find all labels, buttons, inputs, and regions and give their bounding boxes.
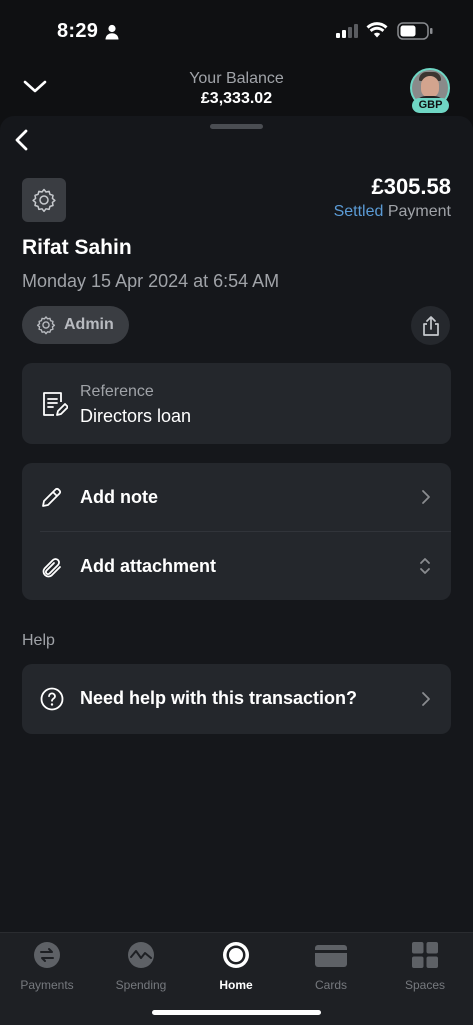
chevron-right-icon <box>422 490 430 504</box>
home-icon <box>223 942 249 968</box>
transaction-type: Payment <box>387 203 451 220</box>
sheet-grabber[interactable] <box>210 124 263 129</box>
payments-icon <box>34 942 60 968</box>
tab-label: Cards <box>314 978 347 992</box>
add-note-label: Add note <box>80 487 158 507</box>
add-attachment-label: Add attachment <box>80 556 217 576</box>
need-help-row[interactable]: Need help with this transaction? <box>22 664 451 734</box>
gear-icon <box>36 316 56 335</box>
transaction-amount: £305.58 <box>371 174 451 199</box>
tab-home[interactable]: Home <box>189 941 283 992</box>
category-tag[interactable]: Admin <box>22 306 129 344</box>
settled-label: Settled <box>333 203 384 220</box>
paperclip-icon <box>42 558 61 578</box>
cards-icon <box>315 945 347 967</box>
tab-label: Spending <box>115 978 167 992</box>
actions-card: Add note Add attachment <box>22 463 451 600</box>
category-icon <box>22 178 66 222</box>
status-bar: 8:29 <box>0 0 473 64</box>
gear-icon <box>32 188 56 213</box>
balance-value: £3,333.02 <box>200 90 273 107</box>
add-note-row[interactable]: Add note <box>22 463 451 531</box>
share-button[interactable] <box>411 306 450 345</box>
share-icon <box>422 315 439 336</box>
merchant-name: Rifat Sahin <box>22 236 132 259</box>
question-circle-icon <box>40 687 64 711</box>
currency-badge: GBP <box>412 98 449 113</box>
tab-payments[interactable]: Payments <box>0 941 94 992</box>
tab-spending[interactable]: Spending <box>94 941 188 992</box>
status-time: 8:29 <box>57 20 99 42</box>
chevron-up-down-icon <box>420 558 430 574</box>
tab-label: Payments <box>20 978 74 992</box>
back-arrow-icon[interactable] <box>12 128 32 152</box>
spaces-icon <box>412 942 438 968</box>
spending-icon <box>128 942 154 968</box>
balance-label: Your Balance <box>189 70 284 87</box>
document-edit-icon <box>43 392 68 416</box>
cellular-signal-icon <box>336 24 358 38</box>
tab-label: Spaces <box>404 978 446 992</box>
battery-icon <box>397 22 433 40</box>
transaction-sheet: £305.58 Settled Payment Rifat Sahin Mond… <box>0 116 473 932</box>
reference-value: Directors loan <box>80 406 192 426</box>
transaction-status: Settled Payment <box>334 203 451 221</box>
transaction-date: Monday 15 Apr 2024 at 6:54 AM <box>22 271 280 291</box>
person-icon <box>105 24 119 40</box>
category-label: Admin <box>64 316 114 333</box>
tab-label: Home <box>219 978 253 992</box>
help-heading: Help <box>22 632 55 649</box>
help-card[interactable]: Need help with this transaction? <box>22 664 451 734</box>
reference-card: Reference Directors loan <box>22 363 451 444</box>
chevron-right-icon <box>422 692 430 706</box>
balance-header: Your Balance £3,333.02 <box>0 64 473 118</box>
tab-cards[interactable]: Cards <box>284 941 378 992</box>
add-attachment-row[interactable]: Add attachment <box>22 532 451 600</box>
wifi-icon <box>366 22 388 38</box>
reference-label: Reference <box>80 383 154 400</box>
need-help-label: Need help with this transaction? <box>80 688 358 708</box>
home-indicator[interactable] <box>152 1010 321 1015</box>
tab-spaces[interactable]: Spaces <box>378 941 472 992</box>
pencil-icon <box>42 487 62 507</box>
